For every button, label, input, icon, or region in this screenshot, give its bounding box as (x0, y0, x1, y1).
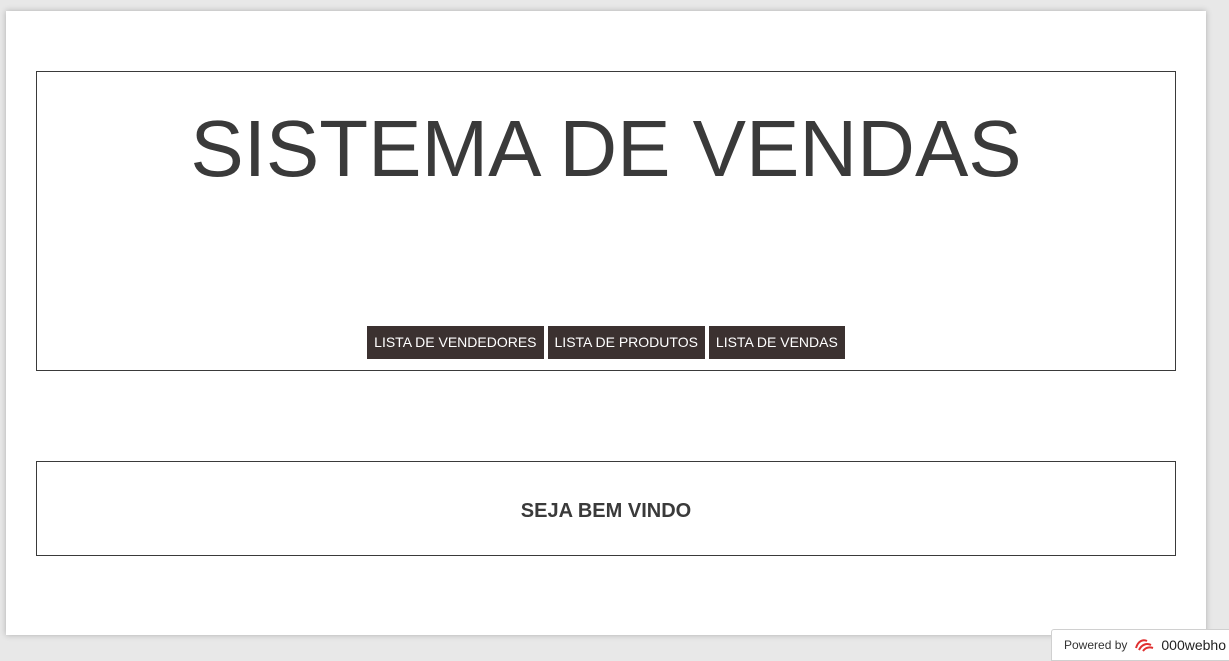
powered-by-label: Powered by (1064, 638, 1128, 652)
nav-button-produtos[interactable]: LISTA DE PRODUTOS (547, 326, 705, 359)
000webhost-logo-icon (1133, 638, 1155, 652)
welcome-message: SEJA BEM VINDO (520, 500, 692, 522)
nav-button-vendedores[interactable]: LISTA DE VENDEDORES (367, 326, 544, 359)
nav-bar: LISTA DE VENDEDORES LISTA DE PRODUTOS LI… (37, 326, 1175, 359)
page-container: SISTEMA DE VENDAS LISTA DE VENDEDORES LI… (6, 11, 1206, 635)
powered-by-badge[interactable]: Powered by 000webho (1051, 629, 1229, 661)
page-title: SISTEMA DE VENDAS (190, 104, 1022, 193)
header-box: SISTEMA DE VENDAS LISTA DE VENDEDORES LI… (36, 71, 1176, 371)
welcome-box: SEJA BEM VINDO (36, 461, 1176, 556)
powered-by-brand: 000webho (1161, 637, 1226, 653)
nav-button-vendas[interactable]: LISTA DE VENDAS (708, 326, 845, 359)
